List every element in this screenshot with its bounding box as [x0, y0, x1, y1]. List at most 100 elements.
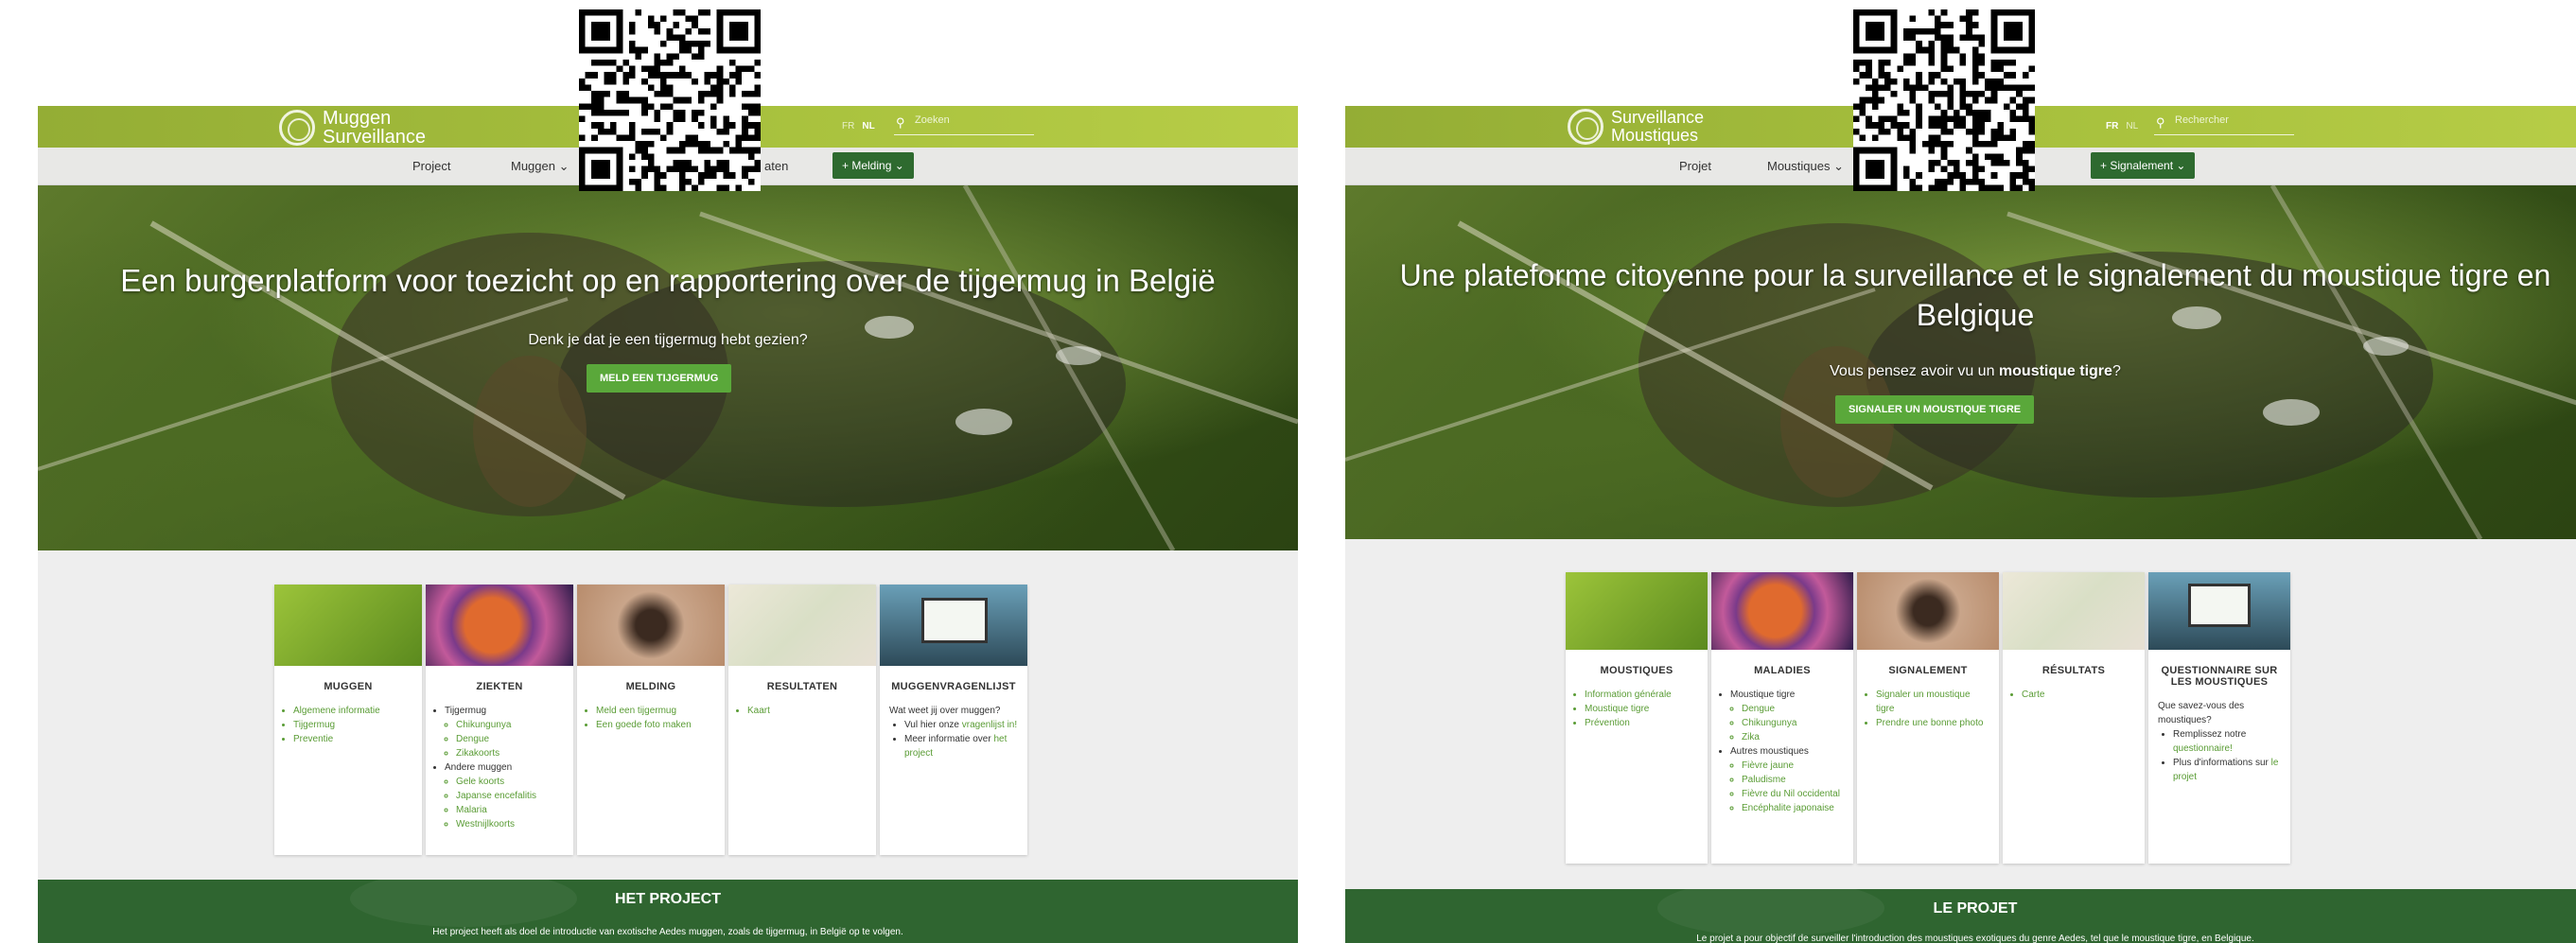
- virus-thumbnail[interactable]: [426, 585, 573, 666]
- cards-row: MUGGEN Algemene informatie Tijgermug Pre…: [274, 585, 1027, 855]
- card-vragenlijst: MUGGENVRAGENLIJST Wat weet jij over mugg…: [880, 585, 1027, 855]
- card-title: MUGGEN: [324, 681, 373, 692]
- site-logo[interactable]: Surveillance Moustiques: [1568, 109, 1704, 145]
- link-report[interactable]: Signaler un moustique tigre: [1876, 690, 1971, 714]
- link-questionnaire[interactable]: questionnaire!: [2173, 743, 2233, 754]
- link-map[interactable]: Carte: [2022, 690, 2044, 700]
- link-report[interactable]: Meld een tijgermug: [596, 706, 676, 716]
- text: Vul hier onze: [904, 720, 962, 730]
- hero-banner: Une plateforme citoyenne pour la surveil…: [1345, 185, 2576, 539]
- link-chikungunya[interactable]: Chikungunya: [456, 720, 511, 730]
- link-malaria[interactable]: Malaria: [456, 805, 487, 815]
- card-melding: MELDING Meld een tijgermug Een goede fot…: [577, 585, 725, 855]
- search-icon: ⚲: [2156, 115, 2165, 130]
- nav-resultaten[interactable]: aten: [764, 159, 788, 173]
- skin-mosquito-thumbnail[interactable]: [1857, 572, 1999, 650]
- map-thumbnail[interactable]: [728, 585, 876, 666]
- card-title: MUGGENVRAGENLIJST: [891, 681, 1016, 692]
- fr-website-screenshot: Surveillance Moustiques FR NL ⚲ Recherche…: [1345, 0, 2576, 943]
- report-tiger-mosquito-button[interactable]: MELD EEN TIJGERMUG: [587, 364, 732, 393]
- lang-nl-link[interactable]: NL: [862, 121, 874, 131]
- card-resultats: RÉSULTATS Carte: [2003, 572, 2145, 864]
- logo-emblem-icon: [279, 110, 315, 146]
- card-questionnaire: QUESTIONNAIRE SUR LES MOUSTIQUES Que sav…: [2148, 572, 2290, 864]
- search-input[interactable]: ⚲ Zoeken: [894, 114, 1034, 135]
- laptop-thumbnail[interactable]: [880, 585, 1027, 666]
- qr-code: [1853, 9, 2035, 191]
- link-dengue[interactable]: Dengue: [1742, 704, 1775, 714]
- qr-code: [579, 9, 761, 191]
- skin-mosquito-thumbnail[interactable]: [577, 585, 725, 666]
- hero-title: Une plateforme citoyenne pour la surveil…: [1399, 258, 2551, 332]
- lang-fr-link[interactable]: FR: [842, 121, 854, 131]
- question-bold: moustique tigre: [1998, 363, 2112, 379]
- link-prevention[interactable]: Prévention: [1585, 718, 1630, 728]
- link-japanese-encephalitis[interactable]: Japanse encefalitis: [456, 791, 536, 801]
- project-section: LE PROJET Le projet a pour objectif de s…: [1345, 889, 2576, 943]
- link-japanese-encephalitis[interactable]: Encéphalite japonaise: [1742, 803, 1834, 813]
- link-tiger-mosquito[interactable]: Tijgermug: [293, 720, 335, 730]
- card-title: MALADIES: [1754, 665, 1811, 676]
- card-ziekten: ZIEKTEN Tijgermug Chikungunya Dengue Zik…: [426, 585, 573, 855]
- link-prevention[interactable]: Preventie: [293, 734, 333, 744]
- laptop-thumbnail[interactable]: [2148, 572, 2290, 650]
- link-good-photo[interactable]: Prendre une bonne photo: [1876, 718, 1983, 728]
- nav-moustiques[interactable]: Moustiques ⌄: [1767, 159, 1844, 174]
- virus-thumbnail[interactable]: [1711, 572, 1853, 650]
- mosquito-thumbnail[interactable]: [274, 585, 422, 666]
- search-input[interactable]: ⚲ Rechercher: [2154, 114, 2294, 135]
- link-general-info[interactable]: Information générale: [1585, 690, 1672, 700]
- link-zika[interactable]: Zika: [1742, 732, 1760, 742]
- cards-row: MOUSTIQUES Information générale Moustiqu…: [1566, 572, 2290, 864]
- link-west-nile[interactable]: Westnijlkoorts: [456, 819, 515, 829]
- nl-website-screenshot: Muggen Surveillance FR NL ⚲ Zoeken Projec…: [38, 0, 1298, 943]
- link-malaria[interactable]: Paludisme: [1742, 775, 1786, 785]
- text: Remplissez notre: [2173, 729, 2247, 740]
- hero-question: Denk je dat je een tijgermug hebt gezien…: [528, 332, 808, 348]
- logo-emblem-icon: [1568, 109, 1603, 145]
- project-title: HET PROJECT: [614, 891, 721, 907]
- search-placeholder: Zoeken: [915, 114, 950, 126]
- site-logo[interactable]: Muggen Surveillance: [279, 109, 426, 147]
- link-general-info[interactable]: Algemene informatie: [293, 706, 380, 716]
- link-good-photo[interactable]: Een goede foto maken: [596, 720, 692, 730]
- language-switcher: FR NL: [2106, 121, 2138, 131]
- link-yellow-fever[interactable]: Gele koorts: [456, 777, 504, 787]
- card-title: SIGNALEMENT: [1888, 665, 1968, 676]
- text: Meer informatie over: [904, 734, 994, 744]
- nav-projet[interactable]: Projet: [1679, 159, 1711, 173]
- nav-muggen[interactable]: Muggen ⌄: [511, 159, 569, 174]
- lang-fr-link[interactable]: FR: [2106, 121, 2118, 131]
- link-zika[interactable]: Zikakoorts: [456, 748, 499, 759]
- mosquito-thumbnail[interactable]: [1566, 572, 1708, 650]
- signalement-dropdown-button[interactable]: + Signalement ⌄: [2091, 152, 2196, 179]
- link-west-nile[interactable]: Fièvre du Nil occidental: [1742, 789, 1840, 799]
- question-mark: ?: [2112, 363, 2121, 379]
- hero-title: Een burgerplatform voor toezicht op en r…: [120, 263, 1216, 298]
- link-tiger-mosquito[interactable]: Moustique tigre: [1585, 704, 1649, 714]
- link-chikungunya[interactable]: Chikungunya: [1742, 718, 1796, 728]
- link-yellow-fever[interactable]: Fièvre jaune: [1742, 760, 1794, 771]
- card-title: MELDING: [625, 681, 676, 692]
- nav-project[interactable]: Project: [412, 159, 450, 173]
- link-map[interactable]: Kaart: [747, 706, 770, 716]
- link-questionnaire[interactable]: vragenlijst in!: [962, 720, 1017, 730]
- link-dengue[interactable]: Dengue: [456, 734, 489, 744]
- report-tiger-mosquito-button[interactable]: SIGNALER UN MOUSTIQUE TIGRE: [1835, 395, 2035, 424]
- card-resultaten: RESULTATEN Kaart: [728, 585, 876, 855]
- map-thumbnail[interactable]: [2003, 572, 2145, 650]
- questionnaire-intro: Que savez-vous des moustiques?: [2158, 701, 2245, 725]
- logo-line-1: Surveillance: [1611, 108, 1705, 127]
- list-heading: Andere muggen: [445, 762, 513, 773]
- card-moustiques: MOUSTIQUES Information générale Moustiqu…: [1566, 572, 1708, 864]
- list-heading: Tijgermug: [445, 706, 487, 716]
- card-title: QUESTIONNAIRE SUR LES MOUSTIQUES: [2161, 665, 2278, 688]
- question-text: Vous pensez avoir vu un: [1830, 363, 1999, 379]
- mosquito-photo: [1345, 185, 2576, 539]
- hero-question: Vous pensez avoir vu un moustique tigre?: [1345, 363, 2576, 380]
- card-maladies: MALADIES Moustique tigre Dengue Chikungu…: [1711, 572, 1853, 864]
- list-heading: Moustique tigre: [1730, 690, 1796, 700]
- lang-nl-link[interactable]: NL: [2126, 121, 2138, 131]
- melding-dropdown-button[interactable]: + Melding ⌄: [832, 152, 914, 179]
- search-placeholder: Rechercher: [2175, 114, 2229, 126]
